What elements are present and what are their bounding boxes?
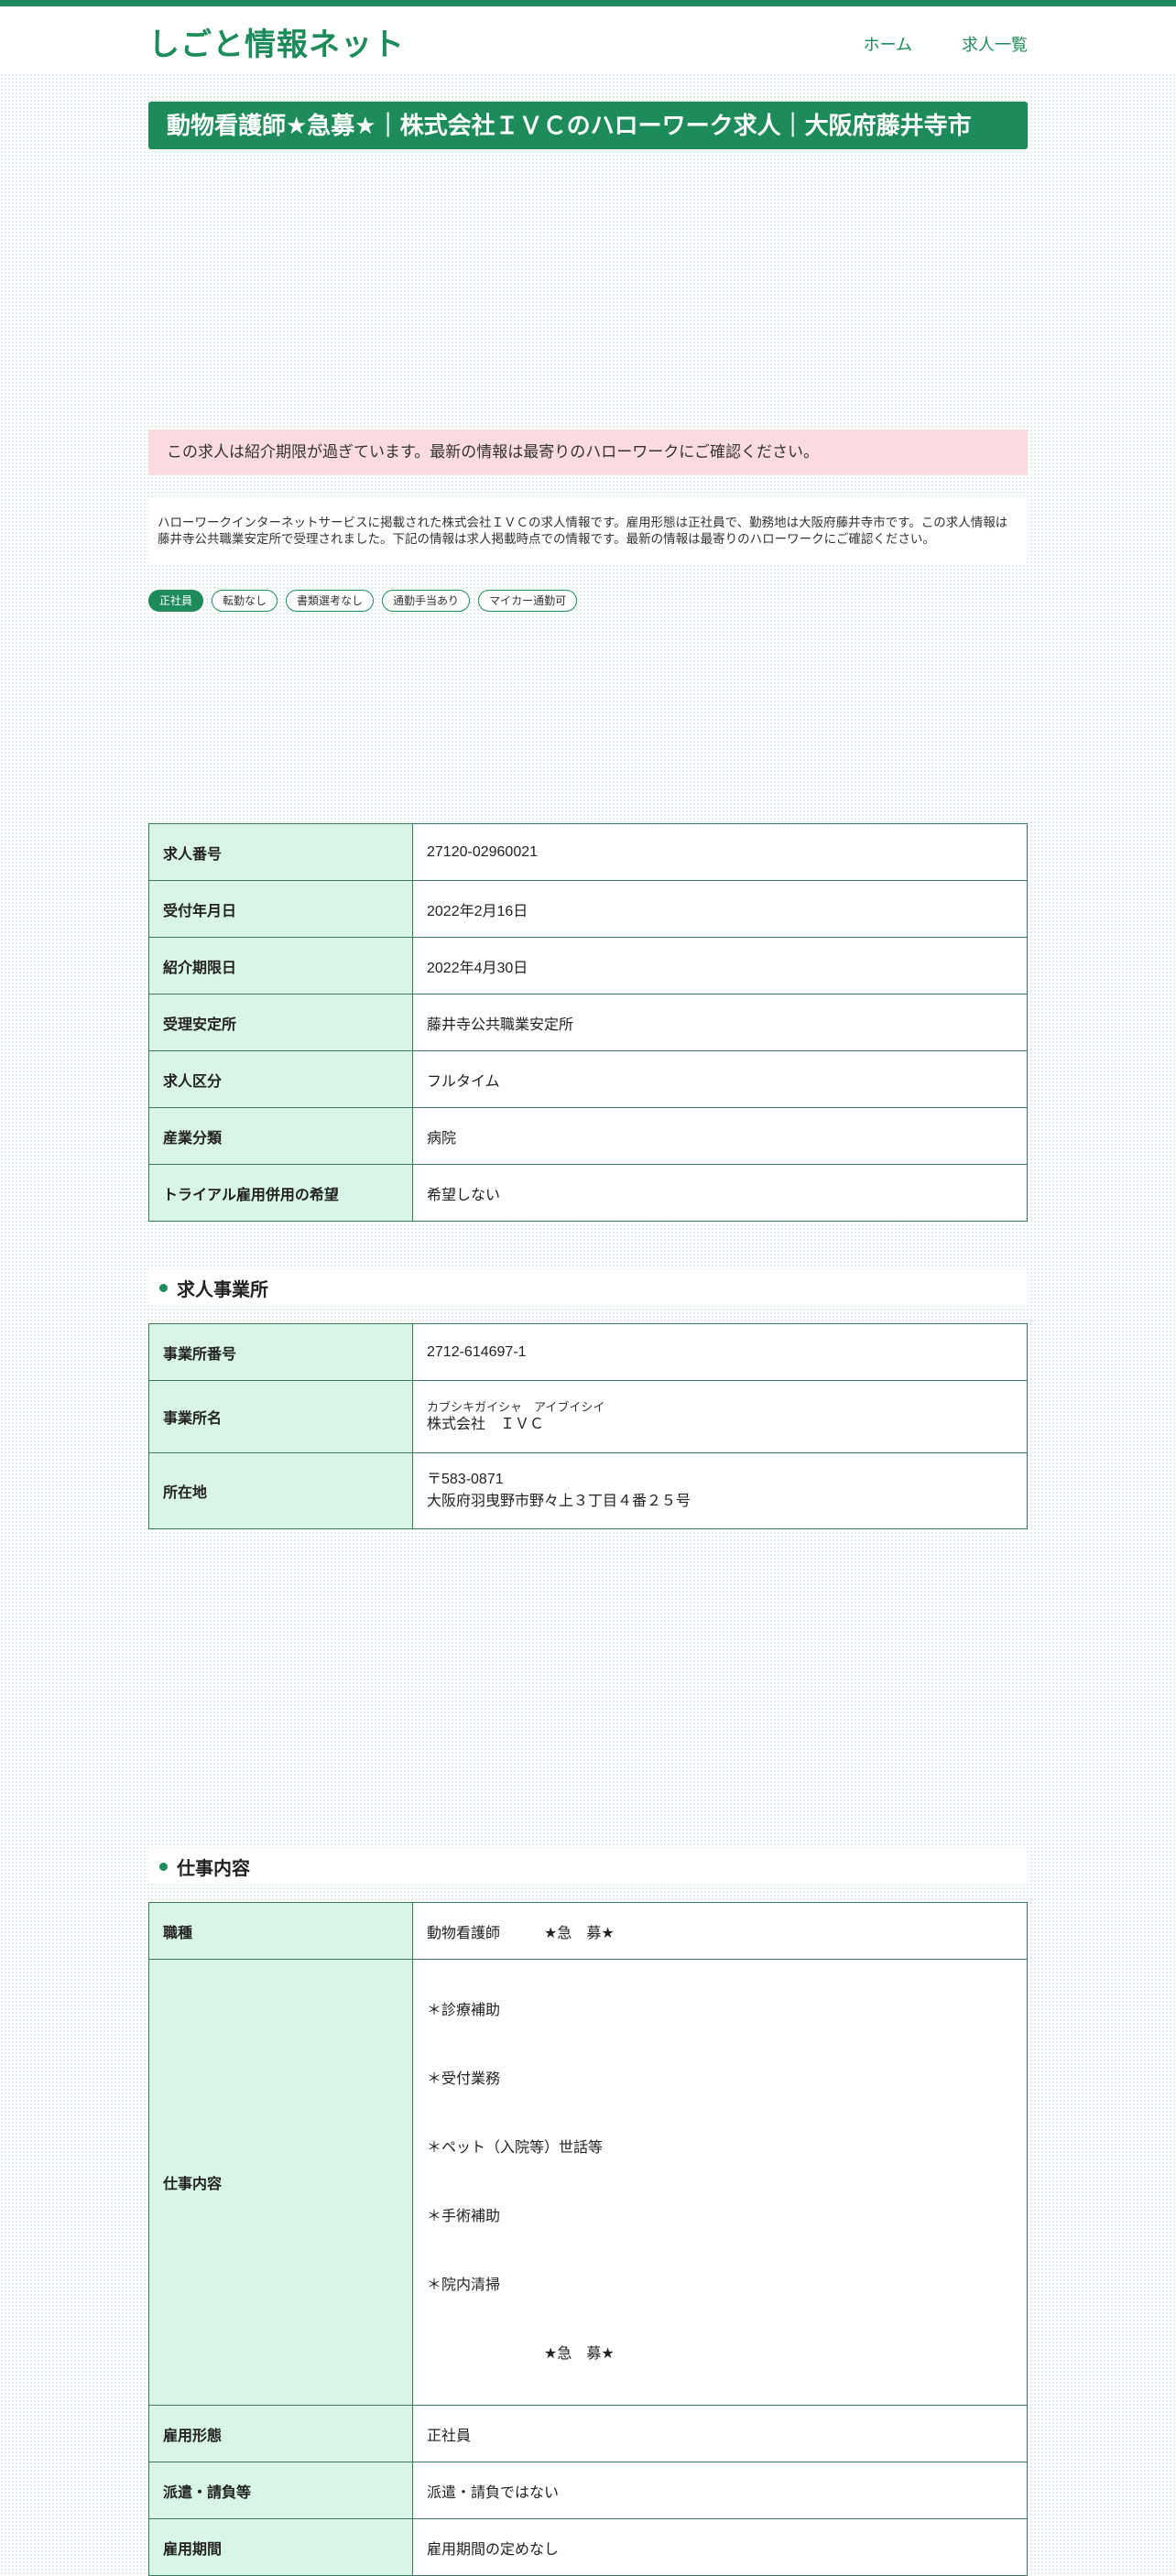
duty-item: ＊院内清掃 [427,2277,501,2293]
company-name-kana: カブシキガイシャ アイブイシイ [427,1400,605,1414]
expiry-date: 2022年4月30日 [412,937,1028,995]
job-number: 27120-02960021 [412,823,1028,881]
table-row: 派遣・請負等 派遣・請負ではない [148,2462,1028,2519]
row-key: 事業所番号 [148,1323,413,1381]
duty-item: ＊手術補助 [427,2209,501,2224]
top-accent-bar [0,0,1176,6]
row-key: 求人区分 [148,1050,413,1108]
bullet-dot-icon [159,1283,168,1292]
employment-period: 雇用期間の定めなし [412,2518,1028,2576]
row-key: 雇用期間 [148,2518,413,2576]
tag-list: 正社員 転勤なし 書類選考なし 通勤手当あり マイカー通勤可 [148,590,1028,612]
tag-full-time: 正社員 [148,590,204,612]
tag-no-document-screening: 書類選考なし [286,590,375,612]
trial-employment: 希望しない [412,1164,1028,1222]
job-info-section: 求人番号 27120-02960021 受付年月日 2022年2月16日 紹介期… [148,823,1028,1222]
row-key: トライアル雇用併用の希望 [148,1164,413,1222]
nav-home-link[interactable]: ホーム [864,32,912,56]
table-row: 仕事内容 ＊診療補助 ＊受付業務 ＊ペット（入院等）世話等 ＊手術補助 ＊院内清… [148,1959,1028,2406]
section-title: 求人事業所 [177,1279,268,1300]
table-row: 雇用期間 雇用期間の定めなし [148,2518,1028,2576]
row-key: 求人番号 [148,823,413,881]
intro-text: ハローワークインターネットサービスに掲載された株式会社ＩＶＣの求人情報です。雇用… [148,496,1028,564]
company-name-cell: カブシキガイシャ アイブイシイ 株式会社 ＩＶＣ [412,1380,1028,1453]
employer-section: 事業所番号 2712-614697-1 事業所名 カブシキガイシャ アイブイシイ… [148,1323,1028,1529]
table-row: 職種 動物看護師 ★急 募★ [148,1902,1028,1960]
employment-type: 正社員 [412,2405,1028,2462]
site-header: しごと情報ネット ホーム 求人一覧 [0,6,1176,73]
table-row: 事業所名 カブシキガイシャ アイブイシイ 株式会社 ＩＶＣ [148,1380,1028,1453]
duty-item: ＊診療補助 [427,2003,501,2018]
table-row: 所在地 〒583-0871 大阪府羽曳野市野々上３丁目４番２５号 [148,1452,1028,1529]
row-key: 紹介期限日 [148,937,413,995]
row-key: 事業所名 [148,1380,413,1453]
bullet-dot-icon [159,1862,168,1871]
table-row: 事業所番号 2712-614697-1 [148,1323,1028,1381]
work-section-heading: 仕事内容 [148,1848,1028,1885]
section-title: 仕事内容 [177,1858,250,1879]
table-row: 求人区分 フルタイム [148,1050,1028,1108]
tag-no-transfer: 転勤なし [212,590,278,612]
table-row: 紹介期限日 2022年4月30日 [148,937,1028,995]
duties-cell: ＊診療補助 ＊受付業務 ＊ペット（入院等）世話等 ＊手術補助 ＊院内清掃 ★急 … [412,1959,1028,2406]
expired-alert: この求人は紹介期限が過ぎています。最新の情報は最寄りのハローワークにご確認くださ… [148,429,1028,475]
row-key: 派遣・請負等 [148,2462,413,2519]
postal-code: 〒583-0871 [427,1472,504,1487]
job-info-table: 求人番号 27120-02960021 受付年月日 2022年2月16日 紹介期… [148,823,1028,1222]
dispatch-status: 派遣・請負ではない [412,2462,1028,2519]
row-key: 受付年月日 [148,880,413,938]
tag-car-commute: マイカー通勤可 [478,590,578,612]
row-key: 仕事内容 [148,1959,413,2406]
employer-table: 事業所番号 2712-614697-1 事業所名 カブシキガイシャ アイブイシイ… [148,1323,1028,1529]
address-cell: 〒583-0871 大阪府羽曳野市野々上３丁目４番２５号 [412,1452,1028,1529]
nav-jobs-link[interactable]: 求人一覧 [962,32,1028,56]
duty-item: ★急 募★ [427,2346,615,2362]
office-number: 2712-614697-1 [412,1323,1028,1381]
site-logo[interactable]: しごと情報ネット [148,19,405,64]
receiving-office: 藤井寺公共職業安定所 [412,994,1028,1051]
table-row: 受付年月日 2022年2月16日 [148,880,1028,938]
main-nav: ホーム 求人一覧 [864,32,1028,56]
page-title: 動物看護師★急募★｜株式会社ＩＶＣのハローワーク求人｜大阪府藤井寺市 [148,102,1028,149]
row-key: 所在地 [148,1452,413,1529]
tag-commute-allowance: 通勤手当あり [382,590,471,612]
received-date: 2022年2月16日 [412,880,1028,938]
row-key: 受理安定所 [148,994,413,1051]
duty-item: ＊受付業務 [427,2071,501,2087]
employer-section-heading: 求人事業所 [148,1269,1028,1306]
industry: 病院 [412,1107,1028,1165]
work-table: 職種 動物看護師 ★急 募★ 仕事内容 ＊診療補助 ＊受付業務 ＊ペット（入院等… [148,1902,1028,2576]
row-key: 産業分類 [148,1107,413,1165]
table-row: トライアル雇用併用の希望 希望しない [148,1164,1028,1222]
table-row: 産業分類 病院 [148,1107,1028,1165]
table-row: 求人番号 27120-02960021 [148,823,1028,881]
row-key: 雇用形態 [148,2405,413,2462]
company-name: 株式会社 ＩＶＣ [427,1417,545,1432]
job-category: フルタイム [412,1050,1028,1108]
table-row: 雇用形態 正社員 [148,2405,1028,2462]
work-section: 職種 動物看護師 ★急 募★ 仕事内容 ＊診療補助 ＊受付業務 ＊ペット（入院等… [148,1902,1028,2576]
duty-item: ＊ペット（入院等）世話等 [427,2140,604,2156]
occupation: 動物看護師 ★急 募★ [412,1902,1028,1960]
row-key: 職種 [148,1902,413,1960]
table-row: 受理安定所 藤井寺公共職業安定所 [148,994,1028,1051]
address: 大阪府羽曳野市野々上３丁目４番２５号 [427,1494,691,1509]
